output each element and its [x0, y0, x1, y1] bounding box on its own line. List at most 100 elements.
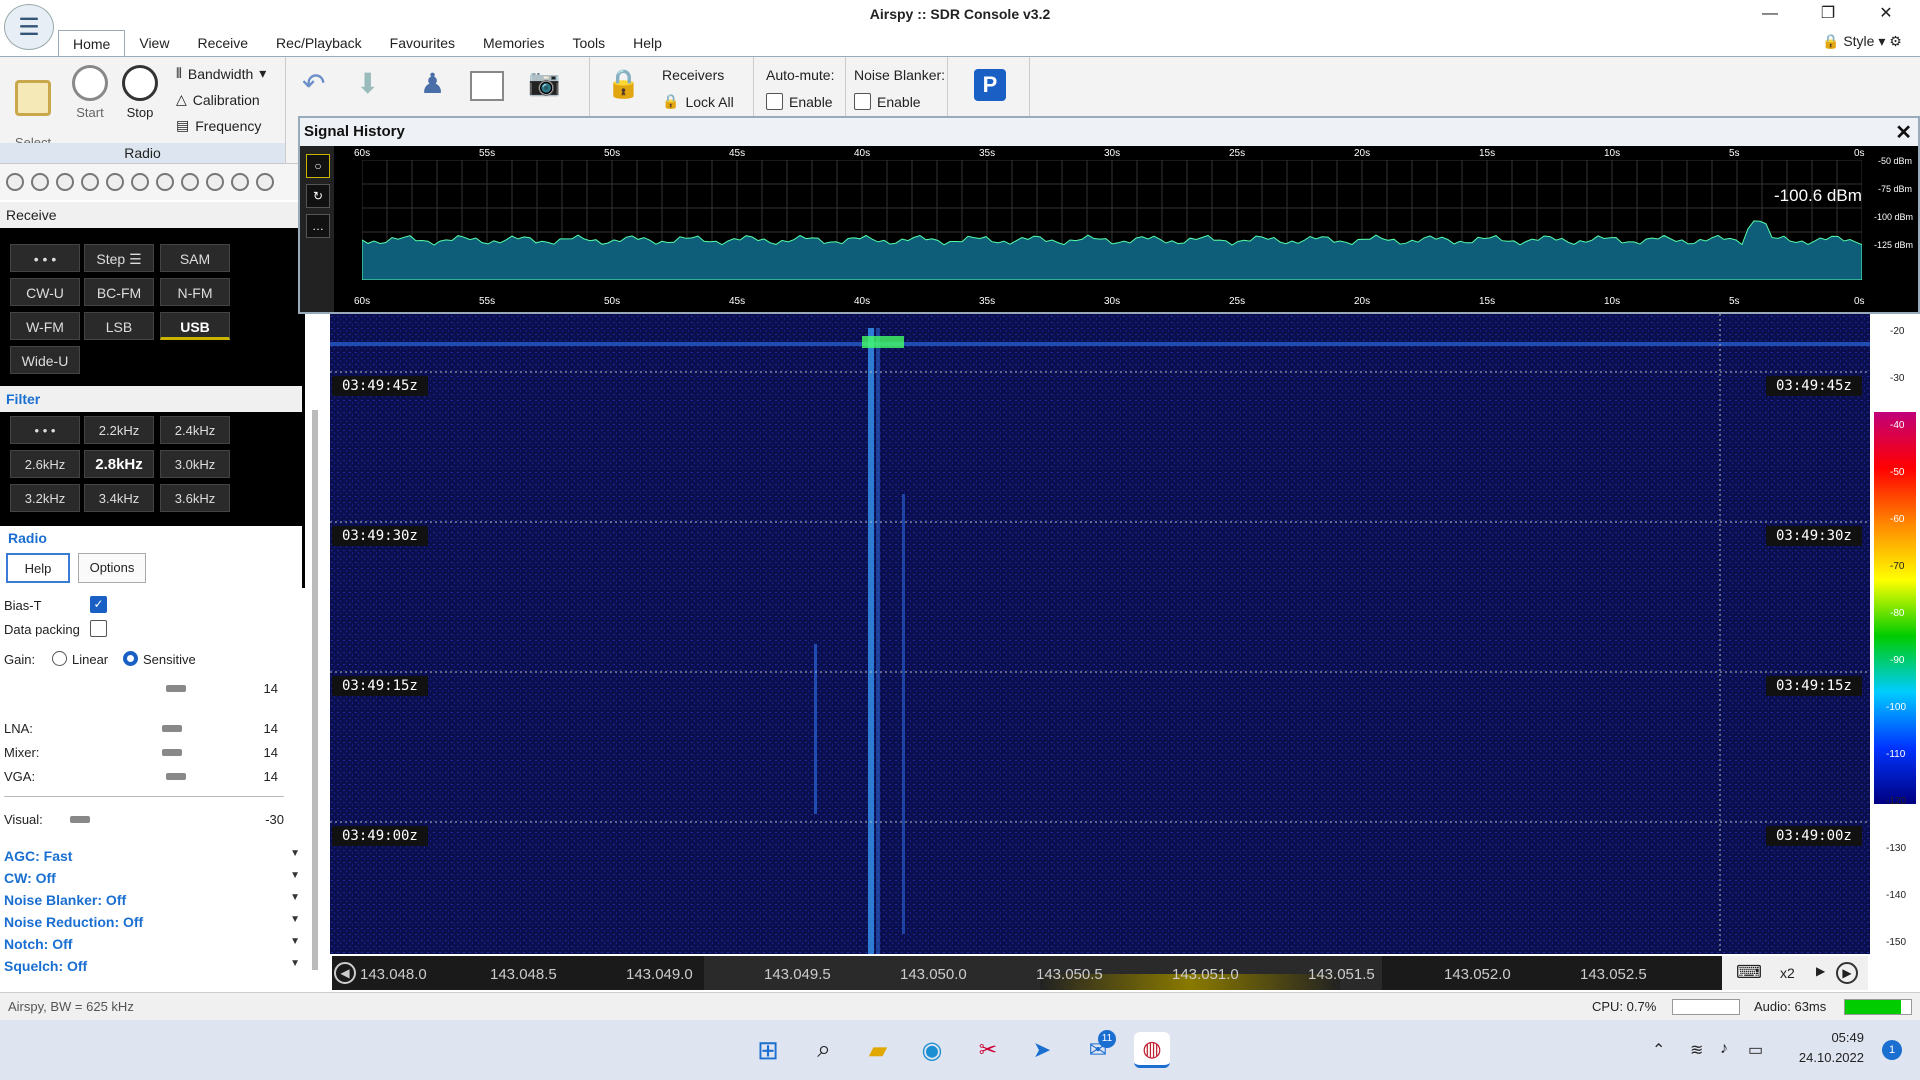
- stop-button[interactable]: Stop: [120, 65, 160, 120]
- filter-3-4-button[interactable]: 3.4kHz: [84, 484, 154, 512]
- clock-time[interactable]: 05:49: [1808, 1030, 1864, 1045]
- more-icon[interactable]: …: [306, 214, 330, 238]
- lock-small-icon[interactable]: [181, 173, 199, 191]
- play-small-icon[interactable]: [81, 173, 99, 191]
- lock-all-button[interactable]: 🔒 Lock All: [662, 93, 734, 110]
- squelch-section[interactable]: Squelch: Off ▼: [4, 958, 300, 974]
- plus-icon[interactable]: [131, 173, 149, 191]
- battery-icon[interactable]: ▭: [1748, 1040, 1763, 1060]
- visual-slider[interactable]: [70, 816, 90, 823]
- noise-blanker-checkbox[interactable]: [854, 93, 871, 110]
- mode-step-button[interactable]: Step ☰: [84, 244, 154, 272]
- data-packing-checkbox[interactable]: [90, 620, 107, 637]
- telegram-icon[interactable]: ➤: [1024, 1032, 1060, 1068]
- auto-mute-checkbox[interactable]: [766, 93, 783, 110]
- camera-small-icon[interactable]: [206, 173, 224, 191]
- noise-blanker-enable[interactable]: Enable: [854, 93, 921, 110]
- mode-wfm-button[interactable]: W-FM: [10, 312, 80, 340]
- lock-big-icon[interactable]: 🔒: [606, 67, 641, 100]
- gain-linear-radio[interactable]: [52, 651, 67, 666]
- mode-more-button[interactable]: • • •: [10, 244, 80, 272]
- scroll-left-icon[interactable]: ◀: [334, 962, 356, 984]
- vga-slider[interactable]: [166, 773, 186, 780]
- sdr-console-icon[interactable]: ◍: [1134, 1032, 1170, 1068]
- help-tab[interactable]: Help: [6, 553, 70, 583]
- keyboard-icon[interactable]: ⌨: [1736, 962, 1762, 983]
- camera-icon[interactable]: 📷: [528, 67, 560, 98]
- lna-slider[interactable]: [162, 725, 182, 732]
- gain-slider[interactable]: [166, 685, 186, 692]
- search-icon[interactable]: ⌕: [806, 1032, 842, 1068]
- minimize-button[interactable]: —: [1750, 2, 1790, 26]
- undo-icon[interactable]: ↶: [302, 67, 325, 100]
- calibration-button[interactable]: △ Calibration: [176, 91, 260, 108]
- folder-small-icon[interactable]: [56, 173, 74, 191]
- lifebuoy-icon[interactable]: [31, 173, 49, 191]
- undo-small-icon[interactable]: [256, 173, 274, 191]
- bias-t-checkbox[interactable]: ✓: [90, 596, 107, 613]
- filter-2-2-button[interactable]: 2.2kHz: [84, 416, 154, 444]
- radio-header[interactable]: Radio: [8, 530, 47, 546]
- mode-usb-button[interactable]: USB: [160, 312, 230, 340]
- menu-rec-playback[interactable]: Rec/Playback: [262, 30, 376, 56]
- reset-icon[interactable]: ↻: [306, 184, 330, 208]
- filter-header[interactable]: Filter: [0, 386, 302, 412]
- bandwidth-button[interactable]: ⫴ Bandwidth ▾: [176, 65, 266, 82]
- notch-section[interactable]: Notch: Off ▼: [4, 936, 300, 952]
- start-menu-icon[interactable]: ⊞: [750, 1032, 786, 1068]
- volume-icon[interactable]: ♪: [1720, 1040, 1728, 1058]
- paypal-icon[interactable]: P: [974, 69, 1006, 101]
- gain-sensitive-radio[interactable]: [123, 651, 138, 666]
- filter-3-6-button[interactable]: 3.6kHz: [160, 484, 230, 512]
- frequency-button[interactable]: ▤ Frequency: [176, 117, 261, 134]
- menu-home[interactable]: Home: [58, 30, 126, 56]
- notification-badge[interactable]: 1: [1882, 1040, 1902, 1060]
- zoom-label[interactable]: x2: [1780, 965, 1795, 981]
- filter-2-4-button[interactable]: 2.4kHz: [160, 416, 230, 444]
- download-icon[interactable]: ⬇: [356, 67, 379, 100]
- person-icon[interactable]: ♟: [420, 67, 445, 100]
- edge-browser-icon[interactable]: ◉: [914, 1032, 950, 1068]
- snipping-tool-icon[interactable]: ✂: [970, 1032, 1006, 1068]
- scroll-right-icon[interactable]: ▶: [1836, 962, 1858, 984]
- close-icon[interactable]: ✕: [1895, 120, 1912, 145]
- filter-2-8-button[interactable]: 2.8kHz: [84, 450, 154, 478]
- file-explorer-icon[interactable]: ▰: [860, 1032, 896, 1068]
- filter-2-6-button[interactable]: 2.6kHz: [10, 450, 80, 478]
- wifi-icon[interactable]: ≋: [1690, 1040, 1703, 1060]
- chevron-up-icon[interactable]: ⌃: [1652, 1040, 1665, 1060]
- zoom-next-icon[interactable]: ▶: [1816, 964, 1825, 978]
- menu-favourites[interactable]: Favourites: [376, 30, 469, 56]
- star-icon[interactable]: [156, 173, 174, 191]
- noise-blanker-section[interactable]: Noise Blanker: Off ▼: [4, 892, 300, 908]
- cw-section[interactable]: CW: Off ▼: [4, 870, 300, 886]
- options-tab[interactable]: Options: [78, 553, 146, 583]
- filter-3-2-button[interactable]: 3.2kHz: [10, 484, 80, 512]
- record-icon[interactable]: ○: [306, 154, 330, 178]
- waterfall[interactable]: 03:49:45z 03:49:30z 03:49:15z 03:49:00z …: [330, 314, 1870, 954]
- mixer-slider[interactable]: [162, 749, 182, 756]
- mode-cwu-button[interactable]: CW-U: [10, 278, 80, 306]
- mode-wideu-button[interactable]: Wide-U: [10, 346, 80, 374]
- person-small-icon[interactable]: [231, 173, 249, 191]
- style-menu[interactable]: 🔒 Style ▾ ⚙: [1822, 33, 1902, 50]
- mode-nfm-button[interactable]: N-FM: [160, 278, 230, 306]
- auto-mute-enable[interactable]: Enable: [766, 93, 833, 110]
- filter-3-0-button[interactable]: 3.0kHz: [160, 450, 230, 478]
- menu-help[interactable]: Help: [619, 30, 676, 56]
- add-window-icon[interactable]: [470, 71, 504, 101]
- stop-small-icon[interactable]: [106, 173, 124, 191]
- restore-button[interactable]: ❐: [1808, 2, 1848, 26]
- menu-receive[interactable]: Receive: [183, 30, 262, 56]
- menu-tools[interactable]: Tools: [558, 30, 619, 56]
- clock-date[interactable]: 24.10.2022: [1790, 1050, 1864, 1065]
- receive-header[interactable]: Receive: [0, 202, 302, 228]
- frequency-scale[interactable]: ◀ 143.048.0 143.048.5 143.049.0 143.049.…: [332, 956, 1868, 990]
- noise-reduction-section[interactable]: Noise Reduction: Off ▼: [4, 914, 300, 930]
- menu-memories[interactable]: Memories: [469, 30, 558, 56]
- start-button[interactable]: Start: [70, 65, 110, 120]
- mode-bcfm-button[interactable]: BC-FM: [84, 278, 154, 306]
- agc-section[interactable]: AGC: Fast ▼: [4, 848, 300, 864]
- menu-view[interactable]: View: [125, 30, 183, 56]
- mode-sam-button[interactable]: SAM: [160, 244, 230, 272]
